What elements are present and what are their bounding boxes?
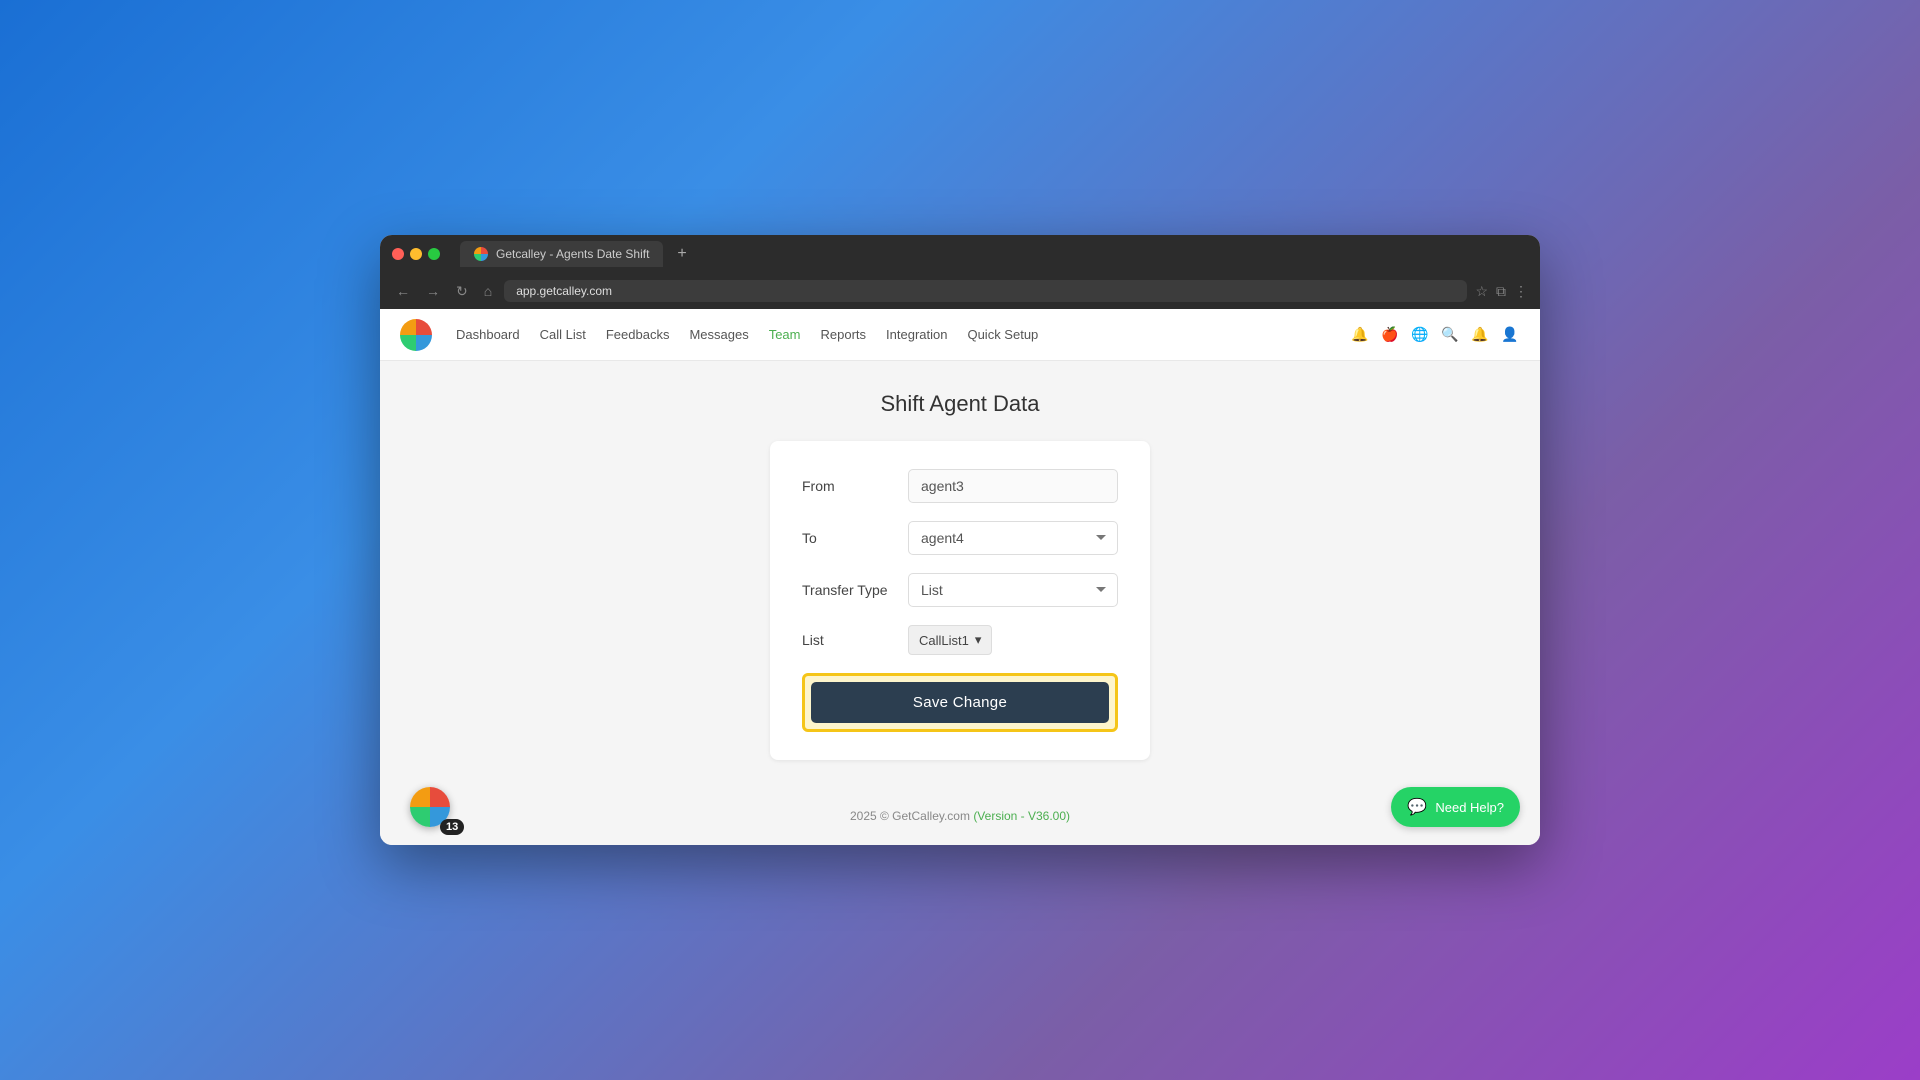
title-bar: Getcalley - Agents Date Shift + [380,235,1540,273]
tab-title: Getcalley - Agents Date Shift [496,247,649,261]
address-input[interactable] [504,280,1467,302]
traffic-lights [392,248,440,260]
from-group: From [802,469,1118,503]
list-label: List [802,632,892,648]
page-title: Shift Agent Data [881,391,1040,417]
home-button[interactable]: ⌂ [480,281,496,301]
nav-feedbacks[interactable]: Feedbacks [606,327,670,342]
minimize-button[interactable] [410,248,422,260]
from-label: From [802,478,892,494]
list-select-wrapper: CallList1 ▾ [908,625,1118,655]
need-help-button[interactable]: 💬 Need Help? [1391,787,1520,827]
list-group: List CallList1 ▾ [802,625,1118,655]
need-help-label: Need Help? [1435,800,1504,815]
forward-button[interactable]: → [422,281,444,301]
notification-count-badge: 13 [440,819,464,835]
nav-messages[interactable]: Messages [689,327,748,342]
address-bar: ← → ↻ ⌂ ☆ ⧉ ⋮ [380,273,1540,309]
user-icon[interactable]: 👤 [1500,325,1520,345]
extension-icon[interactable]: ⧉ [1496,283,1506,300]
search-icon[interactable]: 🔍 [1440,325,1460,345]
close-button[interactable] [392,248,404,260]
to-group: To agent4 agent1 agent2 [802,521,1118,555]
back-button[interactable]: ← [392,281,414,301]
main-content: Shift Agent Data From To agent4 agent1 a… [380,361,1540,845]
browser-toolbar-icons: ☆ ⧉ ⋮ [1475,283,1528,300]
bell-icon[interactable]: 🔔 [1470,325,1490,345]
nav-reports[interactable]: Reports [821,327,867,342]
menu-icon[interactable]: ⋮ [1514,283,1528,300]
browser-window: Getcalley - Agents Date Shift + ← → ↻ ⌂ … [380,235,1540,845]
transfer-type-label: Transfer Type [802,582,892,598]
nav-right-icons: 🔔 🍎 🌐 🔍 🔔 👤 [1350,325,1520,345]
from-input[interactable] [908,469,1118,503]
to-select[interactable]: agent4 agent1 agent2 [908,521,1118,555]
apple-icon[interactable]: 🍎 [1380,325,1400,345]
save-button-wrapper: Save Change [802,673,1118,732]
app-logo [400,319,432,351]
tab-bar: Getcalley - Agents Date Shift + [460,241,1528,267]
to-label: To [802,530,892,546]
nav-dashboard[interactable]: Dashboard [456,327,520,342]
footer-version-link[interactable]: (Version - V36.00) [973,809,1070,823]
footer: 2025 © GetCalley.com (Version - V36.00) [838,797,1082,835]
app-navbar: Dashboard Call List Feedbacks Messages T… [380,309,1540,361]
nav-quick-setup[interactable]: Quick Setup [967,327,1038,342]
list-dropdown-icon: ▾ [975,632,982,648]
active-tab[interactable]: Getcalley - Agents Date Shift [460,241,663,267]
tab-favicon [474,247,488,261]
notification-icon[interactable]: 🔔 [1350,325,1370,345]
whatsapp-icon: 💬 [1407,797,1427,817]
nav-links: Dashboard Call List Feedbacks Messages T… [456,327,1326,342]
refresh-button[interactable]: ↻ [452,281,472,302]
list-value: CallList1 [919,633,969,648]
form-card: From To agent4 agent1 agent2 Transfer Ty… [770,441,1150,760]
nav-integration[interactable]: Integration [886,327,947,342]
nav-team[interactable]: Team [769,327,801,342]
list-badge[interactable]: CallList1 ▾ [908,625,992,655]
nav-call-list[interactable]: Call List [540,327,586,342]
bookmark-icon[interactable]: ☆ [1475,283,1488,300]
transfer-type-group: Transfer Type List All [802,573,1118,607]
save-change-button[interactable]: Save Change [811,682,1109,723]
globe-icon[interactable]: 🌐 [1410,325,1430,345]
new-tab-button[interactable]: + [669,241,694,267]
footer-text: 2025 © GetCalley.com [850,809,973,823]
transfer-type-select[interactable]: List All [908,573,1118,607]
maximize-button[interactable] [428,248,440,260]
